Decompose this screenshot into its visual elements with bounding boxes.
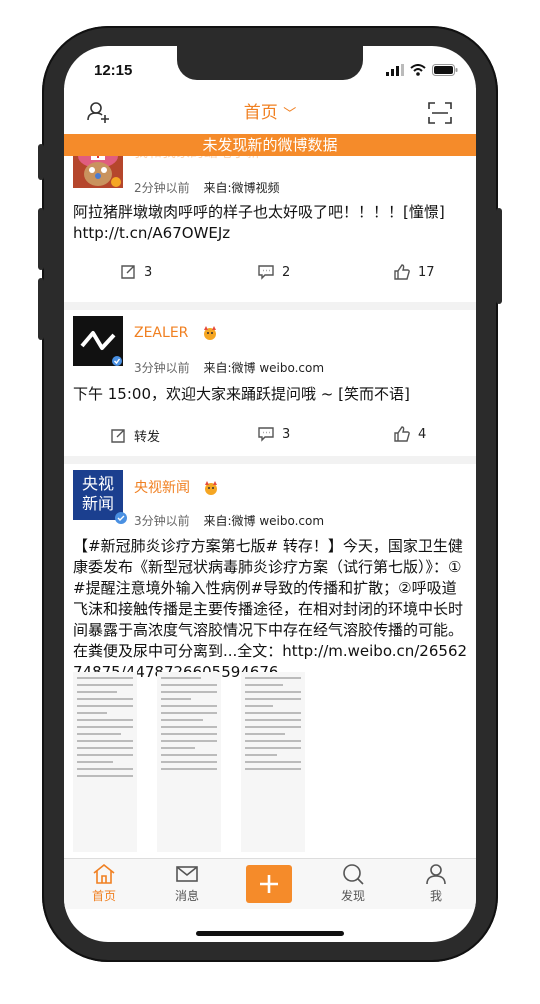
- avatar[interactable]: 央视新闻: [73, 470, 127, 524]
- feed-post[interactable]: ZEALER 3分钟以前 来自:微博 weibo.com 下午 15:00，欢迎…: [64, 310, 476, 456]
- repost-label: 转发: [134, 430, 161, 445]
- compose-button[interactable]: [246, 865, 292, 903]
- post-author-name: ZEALER: [134, 325, 189, 341]
- tab-bar: 首页 消息 发现 我: [64, 858, 476, 909]
- wifi-icon: [410, 64, 426, 76]
- post-time: 3分钟以前: [134, 514, 190, 528]
- comment-icon: [258, 265, 274, 280]
- like-button[interactable]: 17: [394, 264, 435, 280]
- tab-label: 我: [429, 889, 442, 903]
- battery-icon: [432, 64, 458, 76]
- nav-title[interactable]: 首页 ﹀: [64, 98, 476, 123]
- new-data-banner: 未发现新的微博数据: [64, 134, 476, 156]
- post-image[interactable]: [241, 672, 305, 852]
- post-text[interactable]: 下午 15:00，欢迎大家来踊跃提问哦 ~ [笑而不语]: [73, 384, 469, 405]
- repost-button[interactable]: 转发: [110, 426, 160, 445]
- signal-icon: [386, 64, 404, 76]
- search-icon: [343, 864, 364, 885]
- post-actions: 转发 3 4: [64, 426, 476, 446]
- comment-count: 2: [282, 264, 291, 280]
- volume-down-button: [38, 278, 44, 340]
- member-badge-icon: [203, 326, 216, 340]
- post-image[interactable]: [157, 672, 221, 852]
- feed-post[interactable]: 央视新闻 央视新闻 3分钟以前 来自:微博 weibo.com 【#新冠肺炎诊疗…: [64, 464, 476, 858]
- like-icon: [394, 426, 410, 442]
- mute-switch: [38, 144, 44, 180]
- nav-title-text: 首页: [243, 103, 278, 123]
- status-time: 12:15: [94, 62, 133, 79]
- post-source: 来自:微博 weibo.com: [203, 514, 325, 528]
- tab-home[interactable]: 首页: [74, 863, 134, 904]
- post-meta: 2分钟以前 来自:微博视频: [134, 179, 280, 196]
- post-text[interactable]: 【#新冠肺炎诊疗方案第七版# 转存！】今天，国家卫生健康委发布《新型冠状病毒肺炎…: [73, 536, 469, 683]
- member-badge-icon: [205, 481, 218, 495]
- notch: [177, 46, 363, 80]
- avatar-text: 央视新闻: [81, 474, 114, 513]
- repost-icon: [121, 265, 135, 279]
- post-source: 来自:微博视频: [203, 181, 280, 195]
- post-author[interactable]: 央视新闻: [134, 477, 220, 497]
- tab-discover[interactable]: 发现: [323, 863, 383, 904]
- power-button: [496, 208, 502, 304]
- like-button[interactable]: 4: [394, 426, 426, 442]
- post-image[interactable]: [73, 672, 137, 852]
- tab-label: 发现: [340, 889, 365, 903]
- status-icons: [386, 64, 458, 76]
- post-time: 3分钟以前: [134, 361, 190, 375]
- feed-post[interactable]: 我和我家的蜡笔小新 2分钟以前 来自:微博视频 阿拉猪胖墩墩肉呼呼的样子也太好吸…: [64, 132, 476, 302]
- repost-count: 3: [144, 264, 153, 280]
- user-icon: [426, 864, 446, 885]
- home-indicator: [196, 931, 344, 936]
- divider: [64, 456, 476, 464]
- volume-up-button: [38, 208, 44, 270]
- comment-button[interactable]: 2: [258, 264, 290, 280]
- comment-count: 3: [282, 426, 291, 442]
- comment-button[interactable]: 3: [258, 426, 290, 442]
- comment-icon: [258, 427, 274, 442]
- tab-label: 首页: [91, 889, 116, 903]
- feed[interactable]: 我和我家的蜡笔小新 2分钟以前 来自:微博视频 阿拉猪胖墩墩肉呼呼的样子也太好吸…: [64, 132, 476, 858]
- plus-icon: [260, 875, 278, 893]
- like-icon: [394, 264, 410, 280]
- verified-icon: [115, 512, 127, 524]
- mail-icon: [176, 866, 198, 882]
- home-icon: [93, 863, 115, 884]
- like-count: 17: [418, 264, 435, 280]
- post-text[interactable]: 阿拉猪胖墩墩肉呼呼的样子也太好吸了吧！！！！[憧憬] http://t.cn/A…: [73, 202, 469, 244]
- screen: 12:15 首页 ﹀ 未发现新的微博数据 2分钟以前 来自:微博视频 阿拉猪胖墩…: [64, 46, 476, 942]
- post-author[interactable]: ZEALER: [134, 325, 219, 341]
- post-meta: 3分钟以前 来自:微博 weibo.com: [134, 359, 324, 376]
- post-meta: 3分钟以前 来自:微博 weibo.com: [134, 512, 324, 529]
- repost-button[interactable]: 3: [120, 264, 152, 280]
- post-actions: 3 2 17: [64, 264, 476, 284]
- tab-label: 消息: [174, 889, 199, 903]
- tab-me[interactable]: 我: [406, 863, 466, 904]
- post-images: [73, 672, 373, 858]
- avatar[interactable]: [73, 316, 123, 366]
- repost-icon: [111, 428, 125, 443]
- post-time: 2分钟以前: [134, 181, 190, 195]
- like-count: 4: [418, 426, 427, 442]
- tab-messages[interactable]: 消息: [157, 863, 217, 904]
- post-author-name: 央视新闻: [134, 480, 190, 496]
- nav-bar: 首页 ﹀: [64, 88, 476, 132]
- chevron-down-icon: ﹀: [283, 107, 297, 122]
- divider: [64, 302, 476, 310]
- scan-icon[interactable]: [428, 102, 452, 124]
- post-source: 来自:微博 weibo.com: [203, 361, 325, 375]
